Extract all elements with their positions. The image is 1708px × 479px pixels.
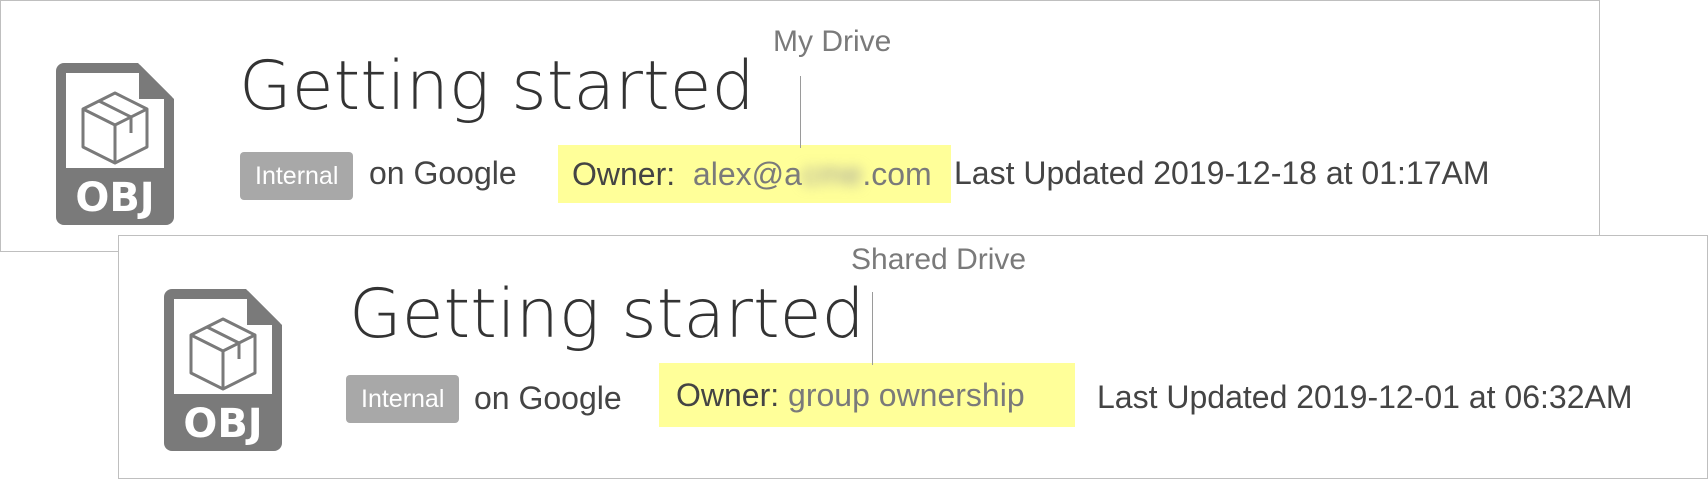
last-updated-text: Last Updated 2019-12-01 at 06:32AM bbox=[1097, 379, 1633, 415]
owner-highlight: Owner: group ownership bbox=[659, 363, 1075, 427]
owner-highlight: Owner: alex@acme.com bbox=[558, 145, 951, 203]
owner-value: group ownership bbox=[788, 377, 1025, 413]
last-updated-text: Last Updated 2019-12-18 at 01:17AM bbox=[954, 155, 1490, 191]
file-obj-icon: OBJ bbox=[56, 63, 174, 225]
location-text: on Google bbox=[369, 155, 517, 191]
callout-shared-drive: Shared Drive bbox=[851, 243, 1027, 276]
svg-text:OBJ: OBJ bbox=[183, 401, 262, 447]
file-title[interactable]: Getting started bbox=[349, 281, 865, 349]
visibility-badge: Internal bbox=[346, 375, 460, 423]
owner-value: alex@acme.com bbox=[693, 156, 932, 192]
visibility-badge: Internal bbox=[240, 152, 354, 200]
callout-my-drive: My Drive bbox=[773, 25, 892, 58]
file-title[interactable]: Getting started bbox=[239, 53, 755, 121]
redacted-text: cme bbox=[801, 156, 863, 192]
svg-text:OBJ: OBJ bbox=[75, 175, 154, 221]
location-text: on Google bbox=[474, 380, 622, 416]
file-obj-icon: OBJ bbox=[164, 289, 282, 451]
owner-label: Owner: bbox=[572, 156, 676, 192]
callout-line bbox=[872, 292, 873, 365]
callout-line bbox=[800, 76, 801, 148]
owner-label: Owner: bbox=[676, 377, 780, 413]
